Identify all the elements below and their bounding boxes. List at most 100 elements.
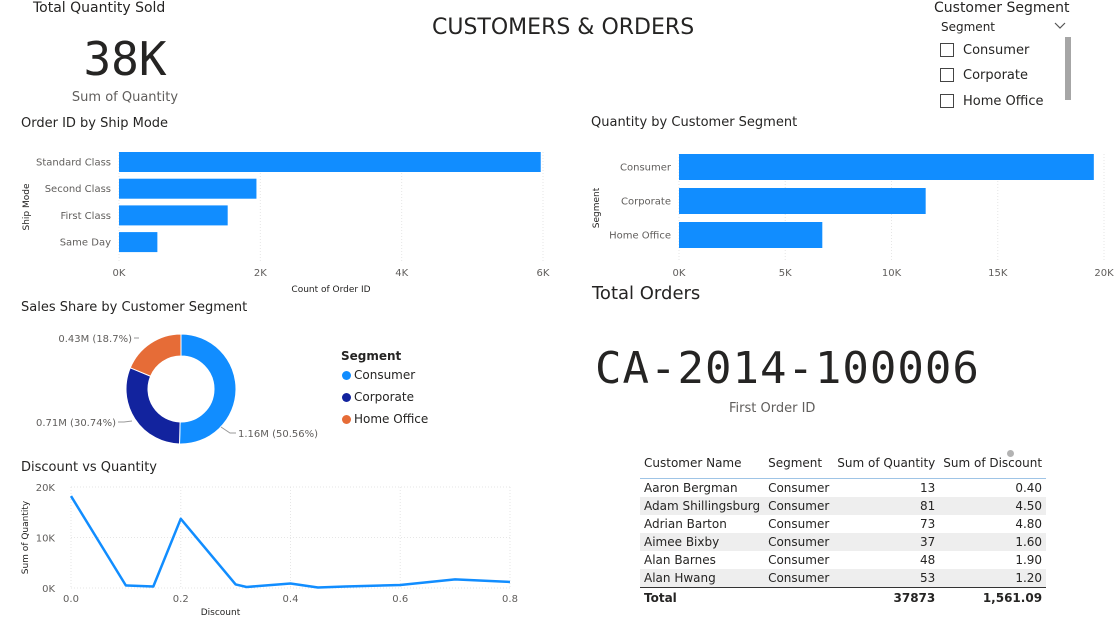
slicer-option-consumer[interactable]: Consumer <box>940 41 1029 59</box>
slicer-option-label: Home Office <box>963 93 1044 109</box>
legend-title: Segment <box>341 349 402 363</box>
x-tick-label: 2K <box>254 268 267 279</box>
legend-label: Corporate <box>354 390 414 404</box>
bar <box>119 205 228 226</box>
table-row[interactable]: Alan Hwang Consumer 53 1.20 <box>640 569 1047 588</box>
cell-name: Aimee Bixby <box>640 533 765 551</box>
table-scroll-thumb[interactable] <box>1007 450 1014 457</box>
cell-quantity: 13 <box>919 481 936 495</box>
chart-share-title: Sales Share by Customer Segment <box>21 300 248 315</box>
cell-quantity: 81 <box>833 497 940 515</box>
bar <box>119 178 257 199</box>
legend-label: Home Office <box>354 412 429 426</box>
x-tick-label: 10K <box>882 268 902 279</box>
cell-discount: 4.80 <box>1015 517 1043 531</box>
category-label: Consumer <box>620 163 672 174</box>
column-header[interactable]: Sum of Quantity <box>833 448 940 479</box>
x-tick-label: 0K <box>673 268 686 279</box>
donut-slice <box>125 367 181 445</box>
category-label: Home Office <box>609 231 671 242</box>
kpi-quantity-value: 38K <box>83 32 167 86</box>
table-row[interactable]: Adam Shillingsburg Consumer 81 4.50 <box>640 497 1047 515</box>
table-row[interactable]: Aimee Bixby Consumer 37 1.60 <box>640 533 1047 551</box>
checkbox-consumer[interactable] <box>940 43 954 57</box>
chart-segment-title: Quantity by Customer Segment <box>591 115 798 130</box>
legend-item-corporate[interactable]: Corporate <box>342 390 414 404</box>
cell-discount: 1.20 <box>939 569 1047 588</box>
legend-dot-icon <box>342 392 351 402</box>
data-label: 0.71M (30.74%) <box>36 418 116 429</box>
checkbox-corporate[interactable] <box>940 68 954 82</box>
cell-segment: Consumer <box>768 553 830 567</box>
chart-line: 0K 10K 20K 0.0 0.2 0.4 0.6 0.8 Discount Sum of Qu… <box>21 483 518 618</box>
total-quantity: 37873 <box>833 587 940 608</box>
table-header-row: Customer Name Segment Sum of Quantity Su… <box>640 448 1047 479</box>
x-tick-label: 0.0 <box>63 594 79 605</box>
x-tick-label: 15K <box>988 268 1008 279</box>
column-header[interactable]: Sum of Discount <box>939 448 1047 479</box>
slicer-option-corporate[interactable]: Corporate <box>940 66 1028 84</box>
customer-table: Customer Name Segment Sum of Quantity Su… <box>640 448 1047 608</box>
slicer-field-label: Segment <box>941 20 995 34</box>
cell-segment: Consumer <box>764 533 834 551</box>
legend-item-consumer[interactable]: Consumer <box>342 368 415 382</box>
legend-item-home-office[interactable]: Home Office <box>342 412 428 426</box>
legend-dot-icon <box>342 370 351 380</box>
slicer-option-label: Corporate <box>963 67 1028 83</box>
cell-segment: Consumer <box>764 497 834 515</box>
y-axis-label: Ship Mode <box>22 183 32 230</box>
kpi-orders-value: CA-2014-100006 <box>595 343 980 394</box>
table-row[interactable]: Aaron Bergman Consumer 13 0.40 <box>640 479 1046 498</box>
chevron-down-icon[interactable] <box>1054 17 1066 29</box>
total-label: Total <box>640 587 765 608</box>
cell-name: Adam Shillingsburg <box>640 497 765 515</box>
kpi-quantity-label: Sum of Quantity <box>71 90 179 105</box>
cell-segment: Consumer <box>768 481 830 495</box>
slicer-option-label: Consumer <box>963 42 1030 58</box>
y-tick-label: 0K <box>42 584 55 595</box>
x-tick-label: 0.4 <box>283 594 299 605</box>
cell-discount: 1.90 <box>1015 553 1043 567</box>
x-axis-label: Count of Order ID <box>291 285 370 295</box>
report-title: CUSTOMERS & ORDERS <box>432 15 695 40</box>
slicer-option-home-office[interactable]: Home Office <box>940 92 1043 110</box>
table-row[interactable]: Adrian Barton Consumer 73 4.80 <box>640 515 1046 533</box>
category-label: First Class <box>60 211 111 222</box>
bar <box>119 232 158 253</box>
chart-shipmode-title: Order ID by Ship Mode <box>21 116 169 131</box>
column-header[interactable]: Customer Name <box>640 448 765 479</box>
table-total-row: Total 37873 1,561.09 <box>640 587 1047 608</box>
cell-segment: Consumer <box>768 517 830 531</box>
category-label: Standard Class <box>36 158 111 169</box>
cell-segment: Consumer <box>764 569 834 588</box>
total-empty <box>764 587 834 608</box>
data-label: 0.43M (18.7%) <box>58 334 132 345</box>
y-axis-label: Segment <box>592 187 602 228</box>
total-discount: 1,561.09 <box>939 587 1047 608</box>
kpi-orders-label: First Order ID <box>729 401 816 416</box>
x-tick-label: 0K <box>113 268 126 279</box>
chart-donut: 1.16M (50.56%) 0.71M (30.74%) 0.43M (18.7%… <box>36 333 318 445</box>
cell-name: Alan Barnes <box>644 553 716 567</box>
bar <box>679 154 1094 180</box>
column-header[interactable]: Segment <box>764 448 834 479</box>
x-tick-label: 5K <box>779 268 792 279</box>
cell-name: Alan Hwang <box>640 569 765 588</box>
y-tick-label: 10K <box>36 534 56 545</box>
x-tick-label: 0.2 <box>173 594 189 605</box>
donut-slice <box>129 333 182 377</box>
x-tick-label: 6K <box>537 268 550 279</box>
slicer-scrollbar[interactable] <box>1065 37 1071 100</box>
bar <box>679 222 823 248</box>
y-axis-label: Sum of Quantity <box>21 500 31 574</box>
kpi-orders-title: Total Orders <box>592 283 701 304</box>
data-label: 1.16M (50.56%) <box>238 429 318 440</box>
cell-quantity: 73 <box>919 517 936 531</box>
leader-line <box>220 426 236 434</box>
checkbox-home-office[interactable] <box>940 94 954 108</box>
cell-name: Adrian Barton <box>644 517 727 531</box>
bar <box>119 152 541 172</box>
cell-quantity: 48 <box>919 553 936 567</box>
cell-discount: 0.40 <box>1015 481 1043 495</box>
table-row[interactable]: Alan Barnes Consumer 48 1.90 <box>640 551 1046 569</box>
